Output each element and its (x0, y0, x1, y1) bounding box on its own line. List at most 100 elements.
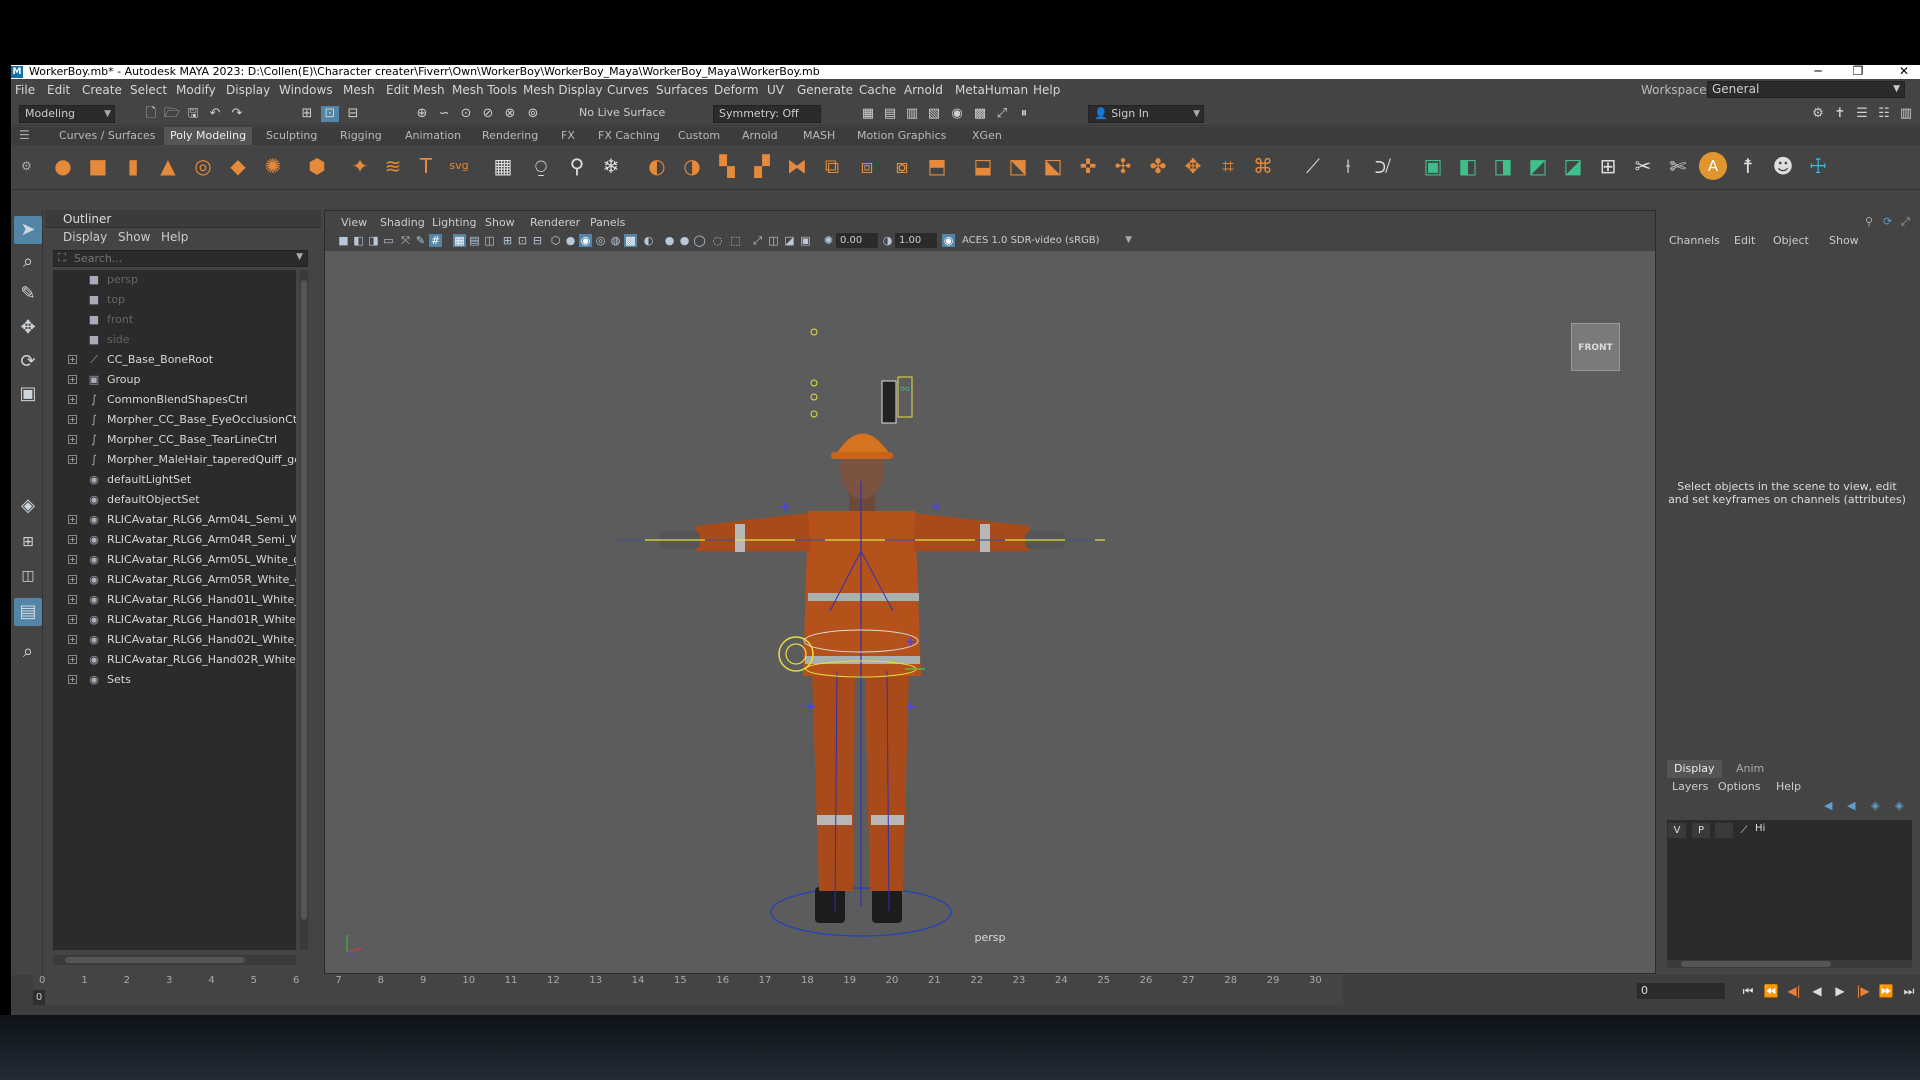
expand-icon[interactable]: + (68, 575, 77, 584)
paint-select-icon[interactable]: ✎ (14, 280, 42, 308)
step-forward-frame-icon[interactable]: |▶ (1854, 983, 1872, 999)
play-forwards-icon[interactable]: ▶ (1831, 983, 1849, 999)
symmetry-dropdown[interactable]: Symmetry: Off (713, 105, 821, 123)
color-management-icon[interactable]: ◉ (942, 234, 955, 247)
chevron-down-icon[interactable]: ▼ (296, 252, 303, 262)
search-input[interactable] (74, 252, 274, 265)
shelf-tab-fx[interactable]: FX (555, 127, 581, 145)
layer-menu-help[interactable]: Help (1776, 780, 1801, 793)
layer-tab-display[interactable]: Display (1667, 760, 1722, 778)
arnold-ipr-icon[interactable]: ⤢ (993, 106, 1011, 122)
textured-icon[interactable]: ◎ (594, 234, 607, 247)
menu-mesh-display[interactable]: Mesh Display (523, 83, 603, 97)
channel-box-menu-channels[interactable]: Channels (1669, 234, 1720, 247)
expand-icon[interactable]: + (68, 375, 77, 384)
viewport-menu-shading[interactable]: Shading (380, 216, 425, 229)
lasso-tool-icon[interactable]: ⌕ (14, 248, 42, 276)
shelf-tab-rendering[interactable]: Rendering (476, 127, 544, 145)
shelf-tab-custom[interactable]: Custom (672, 127, 726, 145)
shelf-tab-sculpting[interactable]: Sculpting (260, 127, 323, 145)
gamma-icon[interactable]: ◑ (881, 234, 894, 247)
cut-uv-icon[interactable]: ✂ (1629, 152, 1657, 180)
expand-icon[interactable]: + (68, 635, 77, 644)
safe-action-icon[interactable]: ⊡ (516, 234, 529, 247)
exposure-field[interactable]: 0.00 (836, 233, 878, 248)
viewport-menu-show[interactable]: Show (485, 216, 515, 229)
maximize-button[interactable]: ❐ (1843, 65, 1873, 79)
gamma-toggle-icon[interactable]: ◪ (783, 234, 796, 247)
shelf-tab-fx-caching[interactable]: FX Caching (592, 127, 666, 145)
outliner-item[interactable]: ■ persp (53, 270, 296, 290)
menu-create[interactable]: Create (82, 83, 122, 97)
select-tool-icon[interactable]: ➤ (14, 216, 42, 244)
layer-horizontal-scrollbar[interactable] (1667, 960, 1912, 968)
select-hierarchy-icon[interactable]: ⊞ (298, 106, 316, 122)
quad-draw-icon[interactable]: ⌗ (1214, 152, 1242, 180)
shelf-tab-animation[interactable]: Animation (399, 127, 467, 145)
outliner-item[interactable]: + ◉ RLICAvatar_RLG6_Hand02R_White_glo (53, 650, 296, 670)
two-view-icon[interactable]: ◫ (14, 562, 42, 590)
four-view-icon[interactable]: ⊞ (14, 528, 42, 556)
character-controls-icon[interactable]: ✝ (1831, 106, 1849, 122)
undo-icon[interactable]: ↶ (206, 106, 224, 122)
menu-cache[interactable]: Cache (859, 83, 896, 97)
menu-mesh[interactable]: Mesh (343, 83, 375, 97)
menu-file[interactable]: File (15, 83, 35, 97)
select-object-icon[interactable]: ⊡ (321, 106, 339, 122)
step-back-frame-icon[interactable]: ◀| (1785, 983, 1803, 999)
expand-icon[interactable]: + (68, 535, 77, 544)
outliner-item[interactable]: ■ side (53, 330, 296, 350)
poly-cylinder-icon[interactable]: ▮ (119, 152, 147, 180)
fill-hole-icon[interactable]: ⧇ (888, 152, 916, 180)
channel-box-sync-icon[interactable]: ⟳ (1883, 215, 1892, 228)
xray-joints-icon[interactable]: ⤢ (751, 234, 764, 247)
sew-uv-icon[interactable]: ✄ (1664, 152, 1692, 180)
outliner-vertical-scrollbar[interactable] (300, 270, 308, 950)
insert-loop-icon[interactable]: ✤ (1144, 152, 1172, 180)
minimize-button[interactable]: ─ (1803, 65, 1833, 79)
anti-alias-icon[interactable]: ◯ (693, 234, 706, 247)
arnold-skydome-icon[interactable]: ◨ (1489, 152, 1517, 180)
step-back-key-icon[interactable]: ⏪ (1762, 983, 1780, 999)
close-button[interactable]: ✕ (1889, 65, 1919, 79)
xray-icon[interactable]: ▩ (624, 234, 637, 247)
menu-arnold[interactable]: Arnold (904, 83, 943, 97)
outliner-item[interactable]: + ◉ RLICAvatar_RLG6_Arm04L_Semi_White (53, 510, 296, 530)
uv-layout-icon[interactable]: ⊞ (1594, 152, 1622, 180)
skeleton-icon[interactable]: ☨ (1734, 152, 1762, 180)
outliner-item[interactable]: ◉ defaultObjectSet (53, 490, 296, 510)
move-layer-down-icon[interactable]: ◀ (1847, 799, 1855, 812)
menu-curves[interactable]: Curves (607, 83, 649, 97)
go-to-start-icon[interactable]: ⏮ (1739, 983, 1757, 999)
modeling-toolkit-icon[interactable]: ⚙ (1809, 106, 1827, 122)
bevel-edge-icon[interactable]: ⬕ (1039, 152, 1067, 180)
outliner-item[interactable]: + ◉ RLICAvatar_RLG6_Arm05L_White_glov (53, 550, 296, 570)
camera-attributes-icon[interactable]: ◧ (352, 234, 365, 247)
menu-edit-mesh[interactable]: Edit Mesh (386, 83, 445, 97)
view-cube[interactable]: FRONT (1571, 323, 1620, 371)
target-weld-icon[interactable]: ⌘ (1249, 152, 1277, 180)
multi-cut-icon[interactable]: ❄ (597, 152, 625, 180)
outliner-item[interactable]: + ◉ RLICAvatar_RLG6_Hand02L_White_glo (53, 630, 296, 650)
default-material-icon[interactable]: ◉ (579, 234, 592, 247)
outliner-menu-display[interactable]: Display (63, 230, 107, 244)
exposure-icon[interactable]: ◫ (767, 234, 780, 247)
outliner-item[interactable]: + ▣ Group (53, 370, 296, 390)
layer-color-swatch[interactable]: ⟋ (1737, 823, 1751, 838)
extrude-icon[interactable]: ⬒ (923, 152, 951, 180)
expand-icon[interactable]: + (68, 395, 77, 404)
menu-edit[interactable]: Edit (47, 83, 70, 97)
expand-icon[interactable]: + (68, 515, 77, 524)
poly-cube-icon[interactable]: ■ (84, 152, 112, 180)
menu-set-dropdown[interactable]: Modeling ▼ (19, 105, 115, 123)
play-backwards-icon[interactable]: ◀ (1808, 983, 1826, 999)
snap-vertex-icon[interactable]: ⊚ (524, 106, 542, 122)
expand-icon[interactable]: + (68, 355, 77, 364)
shelf-tab-xgen[interactable]: XGen (966, 127, 1008, 145)
arnold-mesh-light-icon[interactable]: ◩ (1524, 152, 1552, 180)
viewport-menu-panels[interactable]: Panels (590, 216, 625, 229)
poly-sphere-icon[interactable]: ● (49, 152, 77, 180)
channel-box-menu-object[interactable]: Object (1773, 234, 1809, 247)
save-scene-icon[interactable]: 🖫 (184, 106, 202, 122)
open-scene-icon[interactable]: 🗁 (163, 106, 181, 122)
